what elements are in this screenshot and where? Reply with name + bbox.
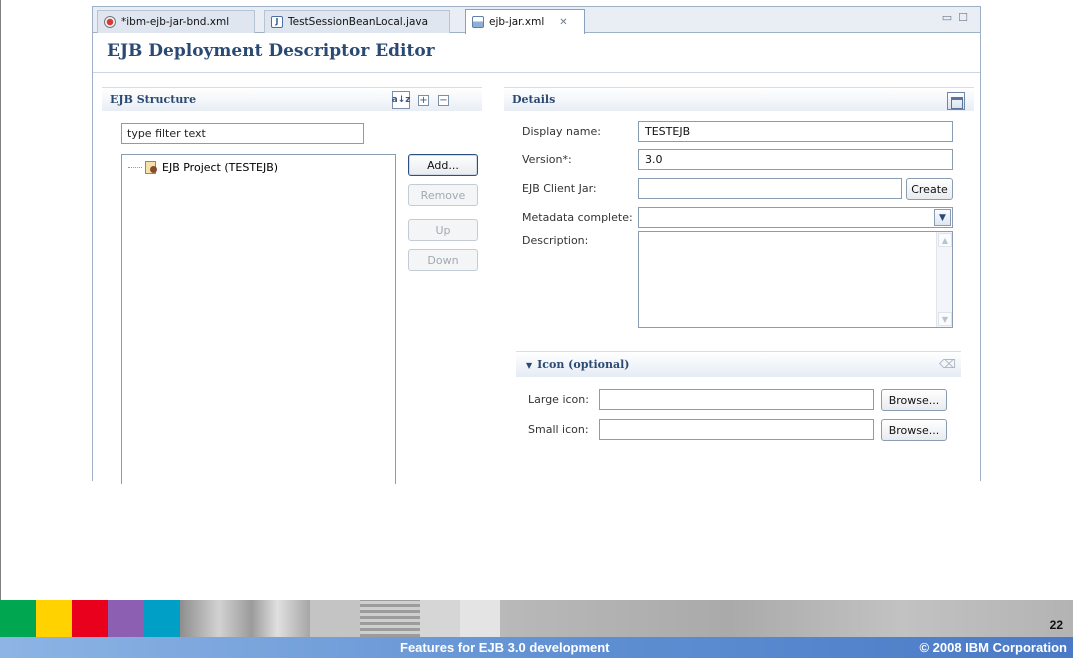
strip-block — [72, 600, 108, 637]
details-section: Details Display name: TESTEJB Version*: … — [504, 87, 974, 482]
ejb-client-jar-field[interactable] — [638, 178, 902, 199]
large-icon-label: Large icon: — [528, 393, 589, 406]
description-label: Description: — [522, 234, 589, 247]
clear-icon[interactable]: ⌫ — [939, 358, 956, 370]
ejb-structure-tree[interactable]: EJB Project (TESTEJB) — [121, 154, 396, 484]
footer-color-strip — [0, 600, 1073, 637]
filter-input[interactable]: type filter text — [121, 123, 364, 144]
footer-bar: Features for EJB 3.0 development © 2008 … — [0, 637, 1073, 658]
description-textarea[interactable]: ▲ ▼ — [638, 231, 953, 328]
close-tab-icon[interactable]: ✕ — [559, 17, 567, 28]
description-scrollbar[interactable]: ▲ ▼ — [936, 232, 952, 327]
strip-block — [108, 600, 144, 637]
details-header: Details — [504, 87, 974, 111]
chevron-down-icon[interactable]: ▼ — [934, 209, 951, 226]
tab-ejb-jar-xml[interactable]: ejb-jar.xml ✕ — [465, 9, 585, 34]
ejb-editor-window: *ibm-ejb-jar-bnd.xml J TestSessionBeanLo… — [92, 6, 981, 484]
ejb-structure-title: EJB Structure — [110, 93, 197, 106]
tree-item-ejb-project[interactable]: EJB Project (TESTEJB) — [144, 160, 278, 174]
metadata-complete-label: Metadata complete: — [522, 211, 633, 224]
tab-test-session-bean-local[interactable]: J TestSessionBeanLocal.java — [264, 10, 450, 33]
minimize-icon[interactable]: ▭ — [942, 11, 958, 24]
caret-down-icon: ▼ — [526, 360, 533, 370]
small-icon-field[interactable] — [599, 419, 874, 440]
remove-button[interactable]: Remove — [408, 184, 478, 206]
tree-item-label: EJB Project (TESTEJB) — [162, 160, 279, 174]
small-icon-label: Small icon: — [528, 423, 589, 436]
down-button[interactable]: Down — [408, 249, 478, 271]
xml-file-icon — [104, 16, 116, 28]
collapse-all-icon[interactable]: − — [438, 95, 449, 106]
version-field[interactable]: 3.0 — [638, 149, 953, 170]
strip-block — [144, 600, 180, 637]
ejb-structure-header: EJB Structure a↓z + − — [102, 87, 482, 111]
up-button[interactable]: Up — [408, 219, 478, 241]
strip-block — [460, 600, 500, 637]
tab-ibm-ejb-jar-bnd[interactable]: *ibm-ejb-jar-bnd.xml — [97, 10, 255, 33]
strip-block — [36, 600, 72, 637]
java-file-icon: J — [271, 16, 283, 28]
display-name-field[interactable]: TESTEJB — [638, 121, 953, 142]
title-divider — [93, 72, 980, 73]
large-icon-field[interactable] — [599, 389, 874, 410]
version-label: Version*: — [522, 153, 572, 166]
details-toggle-icon[interactable] — [947, 92, 965, 110]
display-name-label: Display name: — [522, 125, 601, 138]
scroll-down-icon[interactable]: ▼ — [938, 312, 952, 326]
create-button[interactable]: Create — [906, 178, 953, 200]
tree-connector — [128, 167, 142, 168]
browse-small-icon-button[interactable]: Browse... — [881, 419, 947, 441]
ejb-project-icon — [144, 160, 158, 174]
sort-alphabetically-icon[interactable]: a↓z — [392, 91, 410, 109]
browse-large-icon-button[interactable]: Browse... — [881, 389, 947, 411]
strip-block — [310, 600, 360, 637]
ejb-client-jar-label: EJB Client Jar: — [522, 182, 597, 195]
strip-photo-block — [180, 600, 310, 637]
expand-all-icon[interactable]: + — [418, 95, 429, 106]
details-title: Details — [512, 93, 556, 106]
window-controls: ▭☐ — [942, 11, 974, 24]
strip-block — [0, 600, 36, 637]
page-title: EJB Deployment Descriptor Editor — [107, 41, 435, 61]
ejb-structure-section: EJB Structure a↓z + − type filter text E… — [102, 87, 482, 484]
strip-pattern-block — [360, 600, 420, 637]
icon-section-header[interactable]: ▼ Icon (optional) ⌫ — [516, 351, 961, 377]
scroll-up-icon[interactable]: ▲ — [938, 233, 952, 247]
footer-title: Features for EJB 3.0 development — [400, 640, 610, 655]
editor-tab-bar: *ibm-ejb-jar-bnd.xml J TestSessionBeanLo… — [93, 7, 980, 34]
metadata-complete-select[interactable]: ▼ — [638, 207, 953, 228]
maximize-icon[interactable]: ☐ — [958, 11, 974, 24]
footer-copyright: © 2008 IBM Corporation — [919, 640, 1067, 655]
add-button[interactable]: Add... — [408, 154, 478, 176]
strip-block — [500, 600, 1073, 637]
deployment-descriptor-icon — [472, 16, 484, 28]
page-number: 22 — [1049, 618, 1063, 632]
icon-section-title: Icon (optional) — [537, 358, 630, 371]
strip-block — [420, 600, 460, 637]
